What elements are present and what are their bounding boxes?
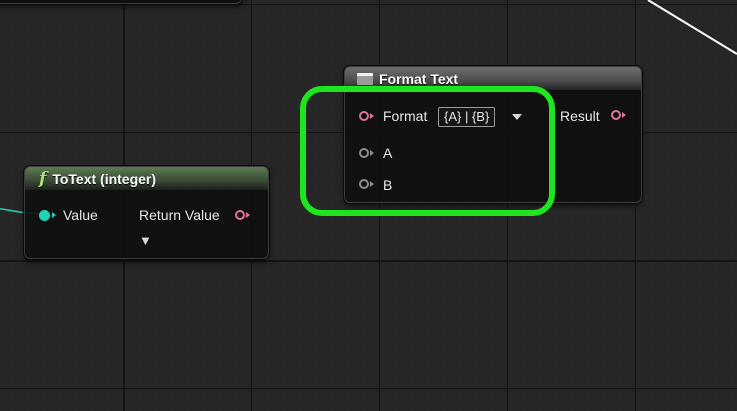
return-value-label: Return Value bbox=[139, 207, 220, 223]
format-node-icon bbox=[357, 72, 373, 85]
return-value-pin[interactable] bbox=[235, 210, 245, 220]
value-input-label: Value bbox=[63, 207, 98, 223]
result-pin-arrow bbox=[622, 112, 626, 118]
totext-node-header[interactable]: f ToText (integer) bbox=[25, 167, 268, 190]
result-output-label: Result bbox=[560, 108, 600, 124]
return-pin-arrow bbox=[246, 212, 250, 218]
value-pin-arrow bbox=[52, 212, 56, 218]
value-input-pin[interactable] bbox=[39, 210, 50, 221]
node-title: Format Text bbox=[379, 70, 459, 87]
function-icon: f bbox=[39, 168, 47, 189]
totext-integer-node[interactable]: f ToText (integer) Value Return Value ▼ bbox=[24, 166, 269, 259]
highlight-annotation bbox=[300, 86, 555, 216]
advanced-pins-toggle[interactable]: ▼ bbox=[139, 233, 152, 248]
result-output-pin[interactable] bbox=[611, 110, 621, 120]
exec-wire[interactable] bbox=[647, 0, 737, 55]
node-title: ToText (integer) bbox=[52, 170, 157, 187]
